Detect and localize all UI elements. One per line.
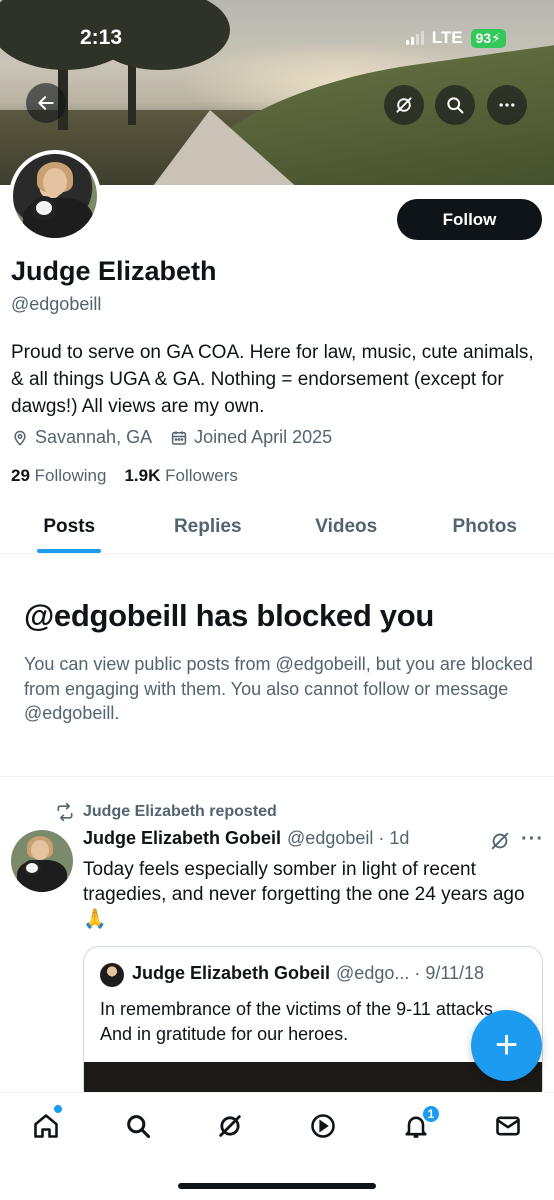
more-icon — [499, 103, 515, 107]
quote-author-meta: @edgo... · 9/11/18 — [336, 963, 485, 983]
more-button[interactable] — [487, 85, 527, 125]
location-text: Savannah, GA — [35, 427, 153, 447]
section-divider — [0, 776, 554, 777]
notifications-badge: 1 — [421, 1104, 441, 1124]
signal-icon — [405, 31, 424, 45]
back-arrow-icon — [38, 96, 54, 110]
grok-icon[interactable] — [489, 830, 511, 852]
following-label: Following — [34, 466, 107, 485]
blocked-title: @edgobeill has blocked you — [24, 598, 435, 633]
network-type: LTE — [431, 28, 463, 47]
joined-text: Joined April 2025 — [194, 427, 333, 447]
status-indicators: LTE 93⚡ — [405, 28, 506, 48]
home-unread-dot — [54, 1105, 62, 1113]
post-header: Judge Elizabeth Gobeil @edgobeil · 1d — [83, 828, 409, 849]
profile-tabs: Posts Replies Videos Photos — [0, 500, 554, 554]
profile-joined: Joined April 2025 — [170, 427, 332, 448]
followers-count: 1.9K — [124, 466, 161, 485]
quote-author-avatar — [100, 963, 124, 987]
quote-author-name: Judge Elizabeth Gobeil — [132, 963, 331, 983]
battery-indicator: 93⚡ — [470, 28, 506, 48]
play-icon — [311, 1114, 335, 1138]
tab-videos[interactable]: Videos — [277, 500, 416, 553]
quote-header: Judge Elizabeth Gobeil @edgo... · 9/11/1… — [132, 963, 484, 984]
profile-bio: Proud to serve on GA COA. Here for law, … — [11, 342, 534, 417]
home-indicator[interactable] — [178, 1183, 376, 1189]
blocked-message: You can view public posts from @edgobeil… — [24, 654, 533, 723]
profile-location: Savannah, GA — [11, 427, 152, 448]
nav-messages[interactable] — [491, 1109, 525, 1143]
profile-handle: @edgobeill — [11, 294, 102, 314]
tab-replies[interactable]: Replies — [139, 500, 278, 553]
profile-avatar[interactable] — [9, 150, 101, 242]
back-button[interactable] — [26, 83, 66, 123]
repost-icon — [57, 802, 73, 822]
grok-button[interactable] — [384, 85, 424, 125]
post-text: Today feels especially somber in light o… — [83, 859, 525, 930]
status-time: 2:13 — [80, 26, 123, 49]
home-icon — [34, 1114, 58, 1138]
search-icon — [447, 97, 464, 114]
post-author-avatar[interactable] — [11, 830, 73, 892]
profile-meta: Savannah, GA Joined April 2025 — [11, 427, 332, 448]
post-author-name[interactable]: Judge Elizabeth Gobeil — [83, 828, 281, 849]
compose-button[interactable]: + — [471, 1010, 542, 1081]
post-more-icon[interactable]: ··· — [521, 828, 544, 851]
follow-button[interactable]: Follow — [397, 199, 542, 240]
repost-indicator[interactable]: Judge Elizabeth reposted — [55, 802, 277, 822]
nav-home[interactable] — [29, 1109, 63, 1143]
repost-label: Judge Elizabeth reposted — [83, 803, 277, 820]
quote-text: In remembrance of the victims of the 9-1… — [100, 999, 498, 1044]
banner-road — [150, 110, 300, 185]
location-pin-icon — [14, 430, 26, 446]
tab-photos[interactable]: Photos — [416, 500, 554, 553]
search-button[interactable] — [435, 85, 475, 125]
quoted-post[interactable]: Judge Elizabeth Gobeil @edgo... · 9/11/1… — [83, 946, 543, 1106]
profile-display-name: Judge Elizabeth — [11, 256, 217, 286]
calendar-icon — [171, 430, 187, 445]
following-link[interactable]: 29 Following — [11, 466, 106, 486]
mail-icon — [496, 1116, 520, 1136]
profile-counts: 29 Following 1.9K Followers — [11, 466, 238, 486]
post-author-meta: @edgobeil · 1d — [287, 828, 410, 848]
nav-search[interactable] — [121, 1109, 155, 1143]
grok-icon — [396, 97, 412, 113]
battery-level: 93 — [475, 29, 492, 46]
following-count: 29 — [11, 466, 30, 485]
nav-media[interactable] — [306, 1109, 340, 1143]
followers-label: Followers — [165, 466, 238, 485]
search-icon — [127, 1115, 151, 1139]
tab-posts[interactable]: Posts — [0, 500, 139, 553]
followers-link[interactable]: 1.9K Followers — [124, 466, 237, 486]
grok-icon — [219, 1115, 241, 1137]
nav-grok[interactable] — [213, 1109, 247, 1143]
